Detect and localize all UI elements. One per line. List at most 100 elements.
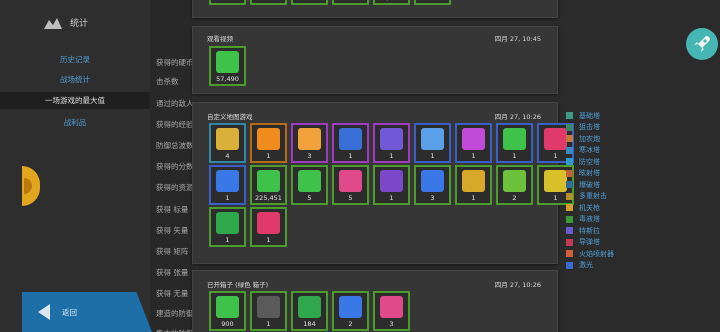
rocket-button[interactable] (686, 28, 718, 60)
reward-qty: 5 (348, 194, 353, 202)
reward-qty: 40 (252, 0, 285, 2)
legend-item: 毒液塔 (566, 214, 614, 226)
mountain-chart-icon (44, 17, 62, 29)
legend-swatch (566, 250, 573, 258)
reward-qty: 31 (293, 0, 326, 2)
reward-tile[interactable]: 20 (332, 0, 369, 5)
legend-swatch (566, 169, 573, 177)
reward-tile[interactable]: 2 (496, 165, 533, 205)
legend-label: 寒冰塔 (579, 146, 600, 155)
stat-label: 防御总波数 (156, 141, 192, 150)
reward-tile[interactable]: 1 (455, 165, 492, 205)
green-chest-icon (503, 170, 526, 192)
reward-qty: 4 (225, 152, 230, 160)
legend-label: 激光 (579, 261, 593, 270)
legend-label: 基础塔 (579, 111, 600, 120)
legend-item: 眩射塔 (566, 168, 614, 180)
star-scroll-icon (216, 170, 239, 192)
reward-qty: 1 (471, 152, 476, 160)
legend-item: 狙击塔 (566, 122, 614, 134)
reward-qty: 1 (430, 152, 435, 160)
reward-tile[interactable]: 5 (332, 165, 369, 205)
legend-item: 多重射击 (566, 191, 614, 203)
orange-gear-icon (257, 128, 280, 150)
reward-tile[interactable]: 1 (209, 165, 246, 205)
reward-tile[interactable]: 1 (332, 123, 369, 163)
reward-tile[interactable]: 57,490 (209, 46, 246, 86)
legend-label: 机关枪 (579, 203, 600, 212)
red-gear-icon (544, 128, 567, 150)
rocket-icon (694, 36, 710, 52)
reward-tile[interactable]: 1 (209, 207, 246, 247)
reward-tile[interactable]: 1 (250, 291, 287, 331)
green-tape-icon (216, 296, 239, 318)
legend-label: 毒液塔 (579, 215, 600, 224)
violet-gear-icon (380, 170, 403, 192)
reward-qty: 1 (266, 236, 271, 244)
reward-tile[interactable]: 40 (209, 0, 246, 5)
reward-tile[interactable]: 1 (496, 123, 533, 163)
stat-label: 获得的经验 (156, 120, 192, 129)
reward-tile[interactable]: 1 (250, 207, 287, 247)
reward-tile[interactable]: 3 (414, 165, 451, 205)
side-link-loot[interactable]: 战利品 (0, 117, 150, 128)
reward-tile[interactable]: 31 (291, 0, 328, 5)
stat-label: 获得 矢量 (156, 226, 189, 235)
crystals-icon (462, 170, 485, 192)
legend-swatch (566, 215, 573, 223)
reward-tile[interactable]: 900 (209, 291, 246, 331)
reward-tile[interactable]: 1 (414, 123, 451, 163)
reward-source: 已开箱子 (绿色 箱子) (207, 281, 269, 289)
legend-swatch (566, 227, 573, 235)
legend-label: 狙击塔 (579, 123, 600, 132)
reward-source: 观看视频 (207, 35, 233, 43)
reward-qty: 1 (266, 320, 271, 328)
reward-card: 观看视频 四月 27, 10:45 57,490 (192, 26, 558, 94)
reward-qty: 1 (512, 152, 517, 160)
reward-qty: 5 (307, 194, 312, 202)
legend-swatch (566, 146, 573, 154)
reward-tile[interactable]: 1 (373, 165, 410, 205)
legend-item: 火焰喷射器 (566, 248, 614, 260)
stat-label: 击杀数 (156, 77, 179, 86)
gold-bullet-icon (216, 128, 239, 150)
stat-label: 获得的硬币 (156, 58, 192, 67)
xp-scroll-icon (421, 170, 444, 192)
reward-tile[interactable]: 2 (332, 291, 369, 331)
side-link-battlefield-stats[interactable]: 战场统计 (0, 74, 150, 85)
yellow-dots-icon (544, 170, 567, 192)
stats-header: 统计 (44, 16, 88, 29)
reward-card: 自定义地图游戏 四月 27, 10:26 4 1 3 1 1 1 1 1 1 1 225,451 5 5 1 3… (192, 102, 574, 264)
blue-gear-icon (339, 128, 362, 150)
key-icon (421, 128, 444, 150)
side-link-single-game-max[interactable]: 一场游戏的最大值 (0, 92, 150, 109)
stat-label: 通过的敌人 (156, 99, 192, 108)
reward-qty: 2 (348, 320, 353, 328)
reward-qty: 184 (303, 320, 316, 328)
legend-swatch (566, 123, 573, 131)
grey-tile-icon (257, 296, 280, 318)
reward-tile[interactable]: 225,451 (250, 165, 287, 205)
legend-swatch (566, 158, 573, 166)
reward-qty: 3 (430, 194, 435, 202)
reward-tile[interactable]: 3 (291, 123, 328, 163)
reward-tile[interactable]: 1 (373, 123, 410, 163)
reward-tile[interactable]: 1 (250, 123, 287, 163)
legend-item: 机关枪 (566, 202, 614, 214)
reward-tile[interactable]: 54 (414, 0, 451, 5)
reward-tile[interactable]: 5 (291, 165, 328, 205)
reward-tile[interactable]: 4 (209, 123, 246, 163)
legend-swatch (566, 238, 573, 246)
legend-label: 防空塔 (579, 157, 600, 166)
back-label[interactable]: 返回 (62, 307, 77, 318)
back-arrow-icon[interactable] (38, 304, 50, 320)
stat-label: 获得的资源 (156, 183, 192, 192)
reward-tile[interactable]: 40 (250, 0, 287, 5)
side-link-history[interactable]: 历史记录 (0, 54, 150, 65)
reward-qty: 20 (334, 0, 367, 2)
reward-tile[interactable]: 184 (291, 291, 328, 331)
reward-tile[interactable]: 3,239 (373, 0, 410, 5)
tower-legend: 基础塔 狙击塔 加农炮 寒冰塔 防空塔 眩射塔 爆破塔 多重射击 机关枪 毒液塔 特斯拉 导弹塔 火焰喷… (566, 110, 614, 271)
reward-tile[interactable]: 1 (455, 123, 492, 163)
reward-tile[interactable]: 3 (373, 291, 410, 331)
